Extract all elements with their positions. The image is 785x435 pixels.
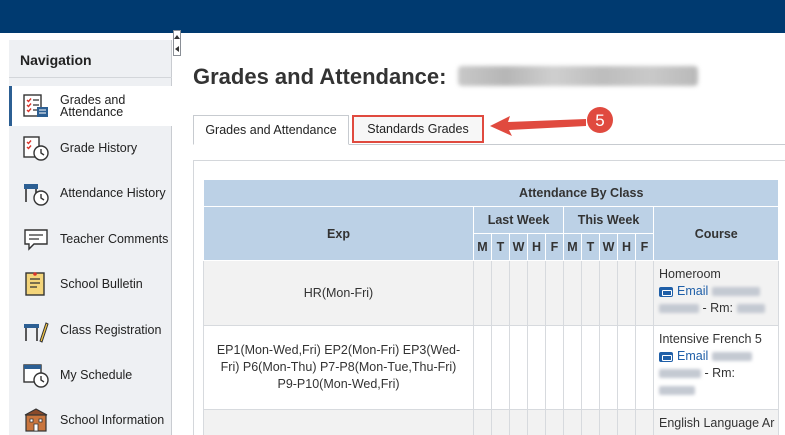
- sidebar-item-label: Grades and Attendance: [60, 93, 126, 119]
- redacted-teacher: [659, 369, 701, 379]
- table-row: English Language Ar: [203, 409, 780, 435]
- course-cell: Homeroom Email - Rm:: [652, 260, 780, 326]
- course-column-header: Course: [652, 206, 780, 261]
- day-header: F: [545, 233, 564, 261]
- this-week-header: This Week: [563, 206, 654, 234]
- sidebar-item-label: School Information: [60, 413, 165, 427]
- sidebar-item-class-registration[interactable]: Class Registration: [9, 310, 172, 350]
- email-label: Email: [677, 349, 709, 363]
- page-title: Grades and Attendance:: [193, 64, 447, 89]
- course-name: Homeroom: [659, 267, 721, 281]
- sidebar-item-grades-and-attendance[interactable]: Grades and Attendance: [9, 86, 172, 126]
- top-banner: [0, 0, 785, 33]
- arrow-left-icon: [175, 45, 179, 52]
- school-icon: [24, 408, 48, 432]
- room-label: - Rm:: [702, 301, 734, 315]
- sidebar-collapse-toggle[interactable]: [173, 30, 181, 56]
- day-header: H: [617, 233, 636, 261]
- sidebar-item-my-schedule[interactable]: My Schedule: [9, 355, 172, 395]
- redacted-teacher: [712, 287, 761, 296]
- day-header: T: [581, 233, 600, 261]
- course-cell: English Language Ar: [652, 409, 780, 435]
- arrow-up-icon: [174, 34, 180, 39]
- redacted-room: [659, 386, 695, 396]
- schedule-icon: [23, 364, 49, 388]
- sidebar-item-teacher-comments[interactable]: Teacher Comments: [9, 219, 172, 259]
- sidebar-item-school-information[interactable]: School Information: [9, 400, 172, 435]
- attendance-table: Attendance By Class Exp Last Week This W…: [202, 179, 780, 435]
- day-header: M: [563, 233, 582, 261]
- exp-cell: HR(Mon-Fri): [203, 260, 474, 326]
- sidebar-item-label: Grade History: [60, 141, 138, 155]
- nav-divider: [9, 77, 172, 78]
- table-row: HR(Mon-Fri) Homeroom Email - Rm:: [203, 260, 780, 326]
- comment-icon: [24, 229, 48, 251]
- day-header: F: [635, 233, 654, 261]
- sidebar-item-label: Class Registration: [60, 323, 162, 337]
- redacted-student-name: [458, 66, 698, 86]
- email-link[interactable]: Email: [659, 348, 774, 365]
- sidebar-item-label: My Schedule: [60, 368, 133, 382]
- sidebar-item-label: Attendance History: [60, 186, 166, 200]
- bulletin-icon: [25, 272, 45, 296]
- exp-cell: [203, 409, 474, 435]
- course-name: English Language Ar: [659, 416, 775, 430]
- email-link[interactable]: Email: [659, 283, 774, 300]
- day-header: M: [473, 233, 492, 261]
- attendance-by-class-header: Attendance By Class: [202, 179, 780, 207]
- sidebar: Navigation Grades and Attendance Grade H…: [9, 40, 172, 435]
- sidebar-item-label: School Bulletin: [60, 277, 143, 291]
- tab-grades-and-attendance[interactable]: Grades and Attendance: [193, 115, 349, 145]
- sidebar-item-school-bulletin[interactable]: School Bulletin: [9, 264, 172, 304]
- step-number: 5: [595, 111, 604, 130]
- email-label: Email: [677, 284, 709, 298]
- desk-icon: [24, 322, 49, 343]
- day-header: H: [527, 233, 546, 261]
- grade-history-icon: [23, 136, 49, 161]
- day-header: W: [509, 233, 528, 261]
- room-label: - Rm:: [704, 366, 736, 380]
- course-name: Intensive French 5: [659, 332, 762, 346]
- gradebook-icon: [23, 94, 48, 117]
- course-cell: Intensive French 5 Email - Rm:: [652, 325, 780, 410]
- sidebar-item-attendance-history[interactable]: Attendance History: [9, 173, 172, 213]
- sidebar-item-label: Teacher Comments: [60, 232, 169, 246]
- nav-heading: Navigation: [20, 52, 92, 68]
- exp-cell: EP1(Mon-Wed,Fri) EP2(Mon-Fri) EP3(Wed-Fr…: [203, 325, 474, 410]
- exp-column-header: Exp: [203, 206, 474, 261]
- redacted-room: [736, 304, 765, 314]
- tab-standards-grades[interactable]: Standards Grades: [352, 115, 484, 143]
- sidebar-item-grade-history[interactable]: Grade History: [9, 128, 172, 168]
- table-row: EP1(Mon-Wed,Fri) EP2(Mon-Fri) EP3(Wed-Fr…: [203, 325, 780, 410]
- attendance-history-icon: [24, 184, 49, 206]
- day-header: T: [491, 233, 510, 261]
- email-icon: [659, 351, 673, 362]
- redacted-teacher: [712, 352, 753, 361]
- email-icon: [659, 286, 673, 297]
- last-week-header: Last Week: [473, 206, 564, 234]
- day-header: W: [599, 233, 618, 261]
- annotation-arrow: 5: [490, 107, 613, 136]
- redacted-teacher: [659, 304, 699, 314]
